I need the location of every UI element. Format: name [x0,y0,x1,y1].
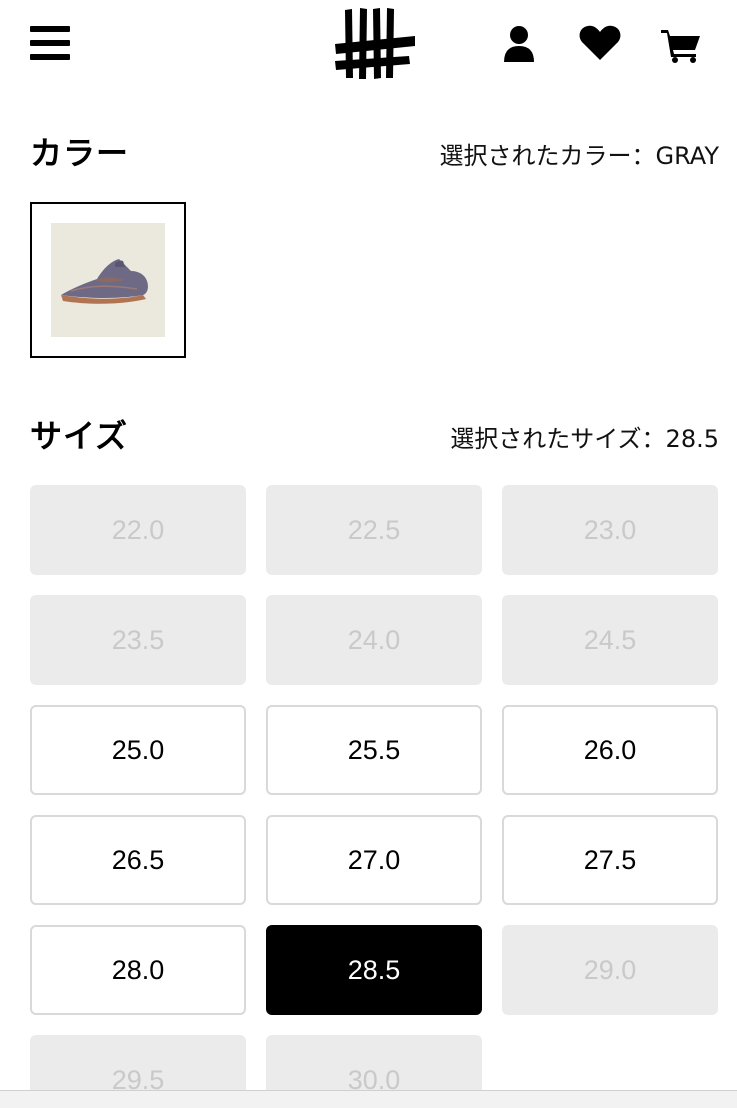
size-option-button[interactable]: 25.0 [30,705,246,795]
size-option-button: 22.5 [266,485,482,575]
hamburger-menu-icon[interactable] [28,24,72,64]
size-option-button: 29.0 [502,925,718,1015]
size-option-button[interactable]: 28.0 [30,925,246,1015]
menu-bar [30,54,70,60]
selected-size-label: 選択されたサイズ：28.5 [450,425,719,453]
cart-icon[interactable] [660,26,702,64]
color-section-title: カラー [30,134,130,172]
size-option-button[interactable]: 26.5 [30,815,246,905]
heart-icon[interactable] [578,24,622,62]
size-option-button: 23.0 [502,485,718,575]
selected-color-label: 選択されたカラー：GRAY [439,142,719,170]
size-option-button[interactable]: 27.5 [502,815,718,905]
size-option-button[interactable]: 26.0 [502,705,718,795]
size-section-title: サイズ [30,417,129,455]
product-options-page: カラー 選択されたカラー：GRAY サイズ 選択されたサイズ：28.5 22.0… [0,0,737,1108]
site-header [0,0,737,90]
size-option-button[interactable]: 25.5 [266,705,482,795]
size-option-button: 22.0 [30,485,246,575]
size-option-button: 24.5 [502,595,718,685]
menu-bar [30,40,70,46]
size-option-button: 23.5 [30,595,246,685]
brand-logo[interactable] [333,6,417,80]
sneaker-thumbnail [51,223,165,337]
size-option-button[interactable]: 28.5 [266,925,482,1015]
menu-bar [30,26,70,32]
size-option-button[interactable]: 27.0 [266,815,482,905]
color-swatch-gray[interactable] [30,202,186,358]
user-icon[interactable] [501,24,537,64]
size-option-button: 24.0 [266,595,482,685]
bottom-bar [0,1090,737,1108]
